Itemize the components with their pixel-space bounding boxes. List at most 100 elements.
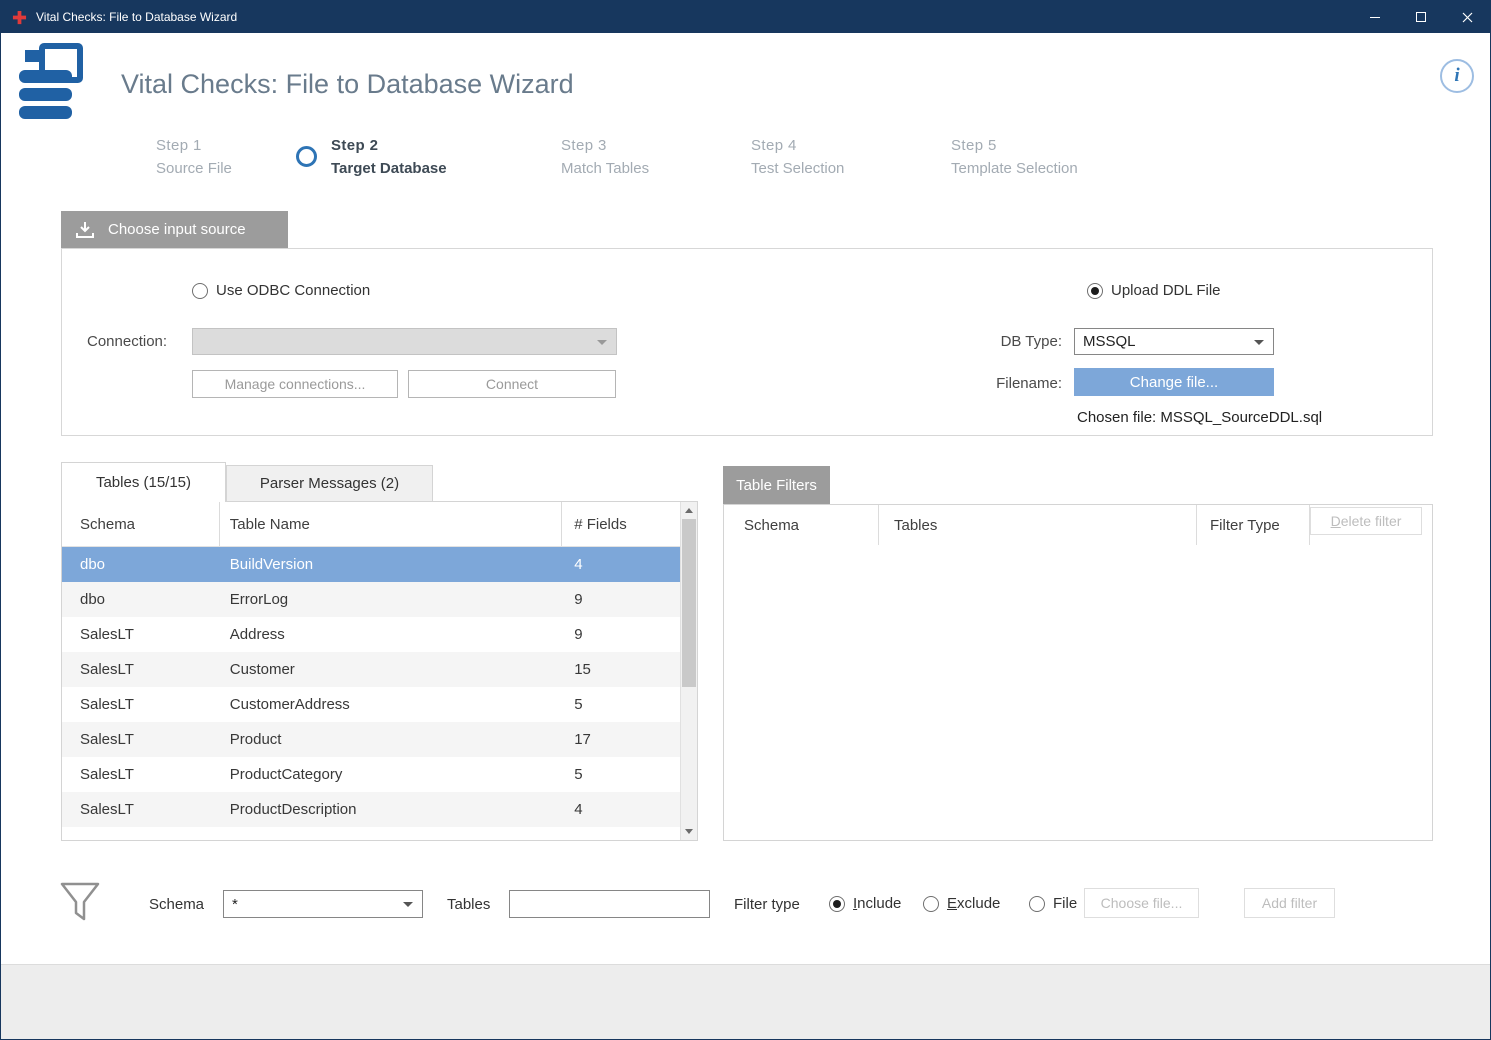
include-label: Include bbox=[853, 895, 901, 912]
step-number: Step 1 bbox=[156, 137, 232, 154]
tables-scrollbar[interactable] bbox=[680, 502, 697, 840]
tab-parser-messages[interactable]: Parser Messages (2) bbox=[226, 465, 433, 502]
cell-schema: SalesLT bbox=[62, 687, 220, 722]
step-label: Match Tables bbox=[561, 160, 649, 177]
tab-tables-label: Tables (15/15) bbox=[96, 474, 191, 491]
cell-table-name: Address bbox=[220, 617, 562, 652]
cell-schema: SalesLT bbox=[62, 652, 220, 687]
add-filter-label: Add filter bbox=[1262, 895, 1317, 911]
tab-tables[interactable]: Tables (15/15) bbox=[61, 462, 226, 502]
table-row[interactable]: SalesLT ProductCategory 5 bbox=[62, 757, 680, 792]
include-radio[interactable] bbox=[829, 896, 845, 912]
upload-ddl-option: Upload DDL File bbox=[1087, 282, 1221, 299]
filename-label: Filename: bbox=[874, 375, 1062, 392]
filter-tables-input[interactable] bbox=[509, 890, 710, 918]
scrollbar-thumb[interactable] bbox=[682, 519, 696, 687]
column-header-filter-type[interactable]: Filter Type bbox=[1197, 505, 1310, 545]
maximize-icon bbox=[1416, 12, 1426, 22]
column-header-table-name[interactable]: Table Name bbox=[220, 502, 562, 546]
step-3-match-tables: Step 3 Match Tables bbox=[561, 137, 649, 177]
manage-connections-button[interactable]: Manage connections... bbox=[192, 370, 398, 398]
step-5-template-selection: Step 5 Template Selection bbox=[951, 137, 1078, 177]
cell-fields: 17 bbox=[562, 722, 680, 757]
cell-fields: 4 bbox=[562, 547, 680, 582]
file-label: File bbox=[1053, 895, 1077, 912]
step-indicator: Step 1 Source File Step 2 Target Databas… bbox=[1, 137, 1490, 193]
file-radio[interactable] bbox=[1029, 896, 1045, 912]
scroll-down-icon[interactable] bbox=[681, 823, 697, 840]
window-title: Vital Checks: File to Database Wizard bbox=[36, 10, 237, 24]
connect-label: Connect bbox=[486, 376, 538, 392]
chevron-down-icon bbox=[403, 902, 413, 907]
table-row[interactable]: SalesLT CustomerAddress 5 bbox=[62, 687, 680, 722]
close-icon bbox=[1462, 12, 1473, 23]
cell-table-name: Customer bbox=[220, 652, 562, 687]
manage-connections-label: Manage connections... bbox=[225, 376, 366, 392]
column-header-schema[interactable]: Schema bbox=[724, 505, 879, 545]
connect-button[interactable]: Connect bbox=[408, 370, 616, 398]
delete-filter-button[interactable]: Delete filter bbox=[1310, 507, 1422, 535]
column-header-schema[interactable]: Schema bbox=[62, 502, 220, 546]
filter-funnel-icon bbox=[59, 881, 101, 925]
connection-label: Connection: bbox=[87, 333, 167, 350]
cell-fields: 5 bbox=[562, 687, 680, 722]
odbc-radio-label: Use ODBC Connection bbox=[216, 282, 370, 299]
close-button[interactable] bbox=[1444, 1, 1490, 33]
wizard-window: Vital Checks: File to Database Wizard Vi… bbox=[0, 0, 1491, 1040]
cell-table-name: ErrorLog bbox=[220, 582, 562, 617]
input-source-header: Choose input source bbox=[61, 211, 288, 248]
exclude-radio[interactable] bbox=[923, 896, 939, 912]
choose-file-label: Choose file... bbox=[1101, 895, 1183, 911]
maximize-button[interactable] bbox=[1398, 1, 1444, 33]
titlebar: Vital Checks: File to Database Wizard bbox=[1, 1, 1490, 33]
page-title: Vital Checks: File to Database Wizard bbox=[121, 69, 574, 100]
step-number: Step 4 bbox=[751, 137, 844, 154]
chevron-down-icon bbox=[597, 340, 607, 345]
filter-schema-label: Schema bbox=[149, 896, 204, 913]
cell-fields: 9 bbox=[562, 582, 680, 617]
table-row[interactable]: SalesLT Product 17 bbox=[62, 722, 680, 757]
odbc-connection-option: Use ODBC Connection bbox=[192, 282, 370, 299]
connection-select[interactable] bbox=[192, 328, 617, 355]
exclude-option: Exclude bbox=[923, 895, 1000, 912]
scroll-up-icon[interactable] bbox=[681, 502, 697, 519]
table-row[interactable]: dbo ErrorLog 9 bbox=[62, 582, 680, 617]
change-file-label: Change file... bbox=[1130, 374, 1218, 391]
include-option: Include bbox=[829, 895, 901, 912]
filter-schema-select[interactable]: * bbox=[223, 890, 423, 918]
change-file-button[interactable]: Change file... bbox=[1074, 368, 1274, 396]
table-row[interactable]: SalesLT ProductDescription 4 bbox=[62, 792, 680, 827]
filter-tables-label: Tables bbox=[447, 896, 490, 913]
step-number: Step 2 bbox=[331, 137, 447, 154]
add-filter-button[interactable]: Add filter bbox=[1244, 888, 1335, 918]
odbc-radio[interactable] bbox=[192, 283, 208, 299]
step-label: Test Selection bbox=[751, 160, 844, 177]
step-label: Target Database bbox=[331, 160, 447, 177]
cell-fields: 5 bbox=[562, 757, 680, 792]
info-icon[interactable]: i bbox=[1440, 59, 1474, 93]
chosen-file-text: Chosen file: MSSQL_SourceDDL.sql bbox=[1077, 409, 1322, 426]
tables-grid: Schema Table Name # Fields dbo BuildVers… bbox=[61, 501, 698, 841]
table-row[interactable]: dbo BuildVersion 4 bbox=[62, 547, 680, 582]
cell-fields: 15 bbox=[562, 652, 680, 687]
step-number: Step 5 bbox=[951, 137, 1078, 154]
cell-schema: dbo bbox=[62, 582, 220, 617]
table-row[interactable]: SalesLT Customer 15 bbox=[62, 652, 680, 687]
file-option: File bbox=[1029, 895, 1077, 912]
choose-file-button[interactable]: Choose file... bbox=[1084, 888, 1199, 918]
minimize-button[interactable] bbox=[1352, 1, 1398, 33]
cell-table-name: CustomerAddress bbox=[220, 687, 562, 722]
table-filters-panel: Schema Tables Filter Type Delete filter bbox=[723, 504, 1433, 841]
cell-table-name: ProductDescription bbox=[220, 792, 562, 827]
upload-ddl-radio[interactable] bbox=[1087, 283, 1103, 299]
chevron-down-icon bbox=[1254, 340, 1264, 345]
column-header-tables[interactable]: Tables bbox=[879, 505, 1197, 545]
column-header-fields[interactable]: # Fields bbox=[562, 502, 680, 546]
download-icon bbox=[75, 221, 95, 239]
table-row[interactable]: SalesLT Address 9 bbox=[62, 617, 680, 652]
db-type-select[interactable]: MSSQL bbox=[1074, 328, 1274, 355]
delete-filter-label: Delete filter bbox=[1331, 513, 1402, 529]
cell-fields: 9 bbox=[562, 617, 680, 652]
cell-fields: 4 bbox=[562, 792, 680, 827]
cell-table-name: ProductCategory bbox=[220, 757, 562, 792]
